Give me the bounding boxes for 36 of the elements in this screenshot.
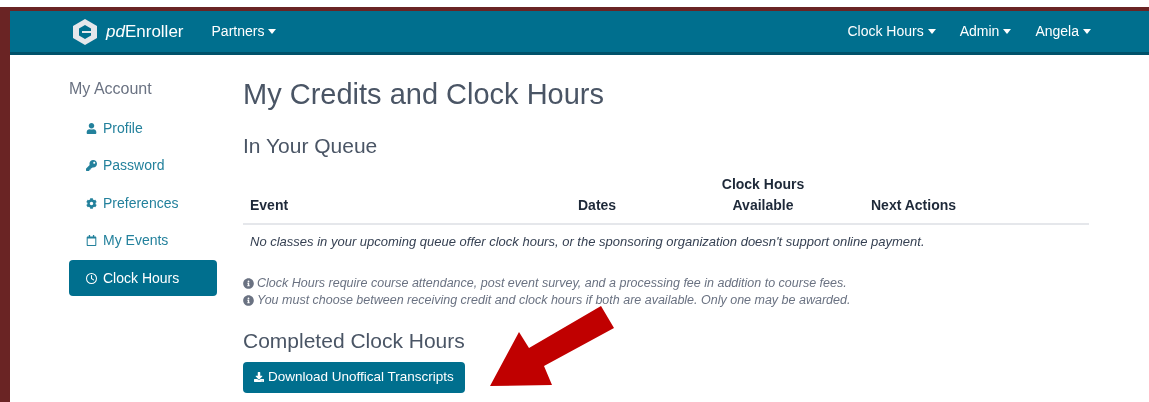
caret-icon <box>927 29 936 34</box>
page-title: My Credits and Clock Hours <box>243 77 605 111</box>
caret-icon <box>268 29 277 34</box>
sidebar-title: My Account <box>69 79 153 99</box>
section-heading: Completed Clock Hours <box>243 328 466 354</box>
note-text: Clock Hours require course attendance, post event survey, and a processing fee in addition to course fees. <box>257 275 847 292</box>
note-text: You must choose between receiving credit and clock hours if both are available. Only one may be awarded. <box>257 292 851 309</box>
nav-menu[interactable]: Admin <box>959 21 1012 42</box>
logo-icon <box>72 17 98 46</box>
column-header: Next Actions <box>870 195 958 215</box>
column-header: Dates <box>578 195 618 215</box>
sidebar-item[interactable]: Password <box>69 147 217 184</box>
sidebar-item[interactable]: Clock Hours <box>69 260 217 296</box>
column-header: Event <box>249 195 290 215</box>
section-heading: In Your Queue <box>243 133 379 159</box>
caret-icon <box>1083 29 1091 34</box>
table-cell-text: No classes in your upcoming queue offer clock hours, or the sponsoring organization doesn't support online payment. <box>249 232 926 251</box>
brand-logo[interactable]: pdEnroller <box>72 17 184 46</box>
nav-menu[interactable]: Partners <box>211 21 277 42</box>
settings-icon <box>86 197 97 209</box>
info-icon <box>243 295 254 306</box>
person-icon <box>86 122 97 134</box>
sidebar-item[interactable]: My Events <box>69 222 217 259</box>
info-icon <box>243 278 254 289</box>
calendar-icon <box>86 235 97 246</box>
column-header: Clock Hours Available <box>720 174 806 215</box>
sidebar-item[interactable]: Preferences <box>69 185 217 221</box>
caret-icon <box>1003 29 1012 34</box>
sidebar-item[interactable]: Profile <box>69 110 217 146</box>
key-icon <box>86 160 97 171</box>
download-button[interactable]: Download Unoffical Transcripts <box>243 361 465 393</box>
download-icon <box>254 372 264 382</box>
clock-icon <box>86 272 97 284</box>
nav-menu[interactable]: Clock Hours <box>847 21 936 42</box>
nav-menu[interactable]: Angela <box>1035 21 1091 42</box>
brand-name: pdEnroller <box>106 20 184 43</box>
